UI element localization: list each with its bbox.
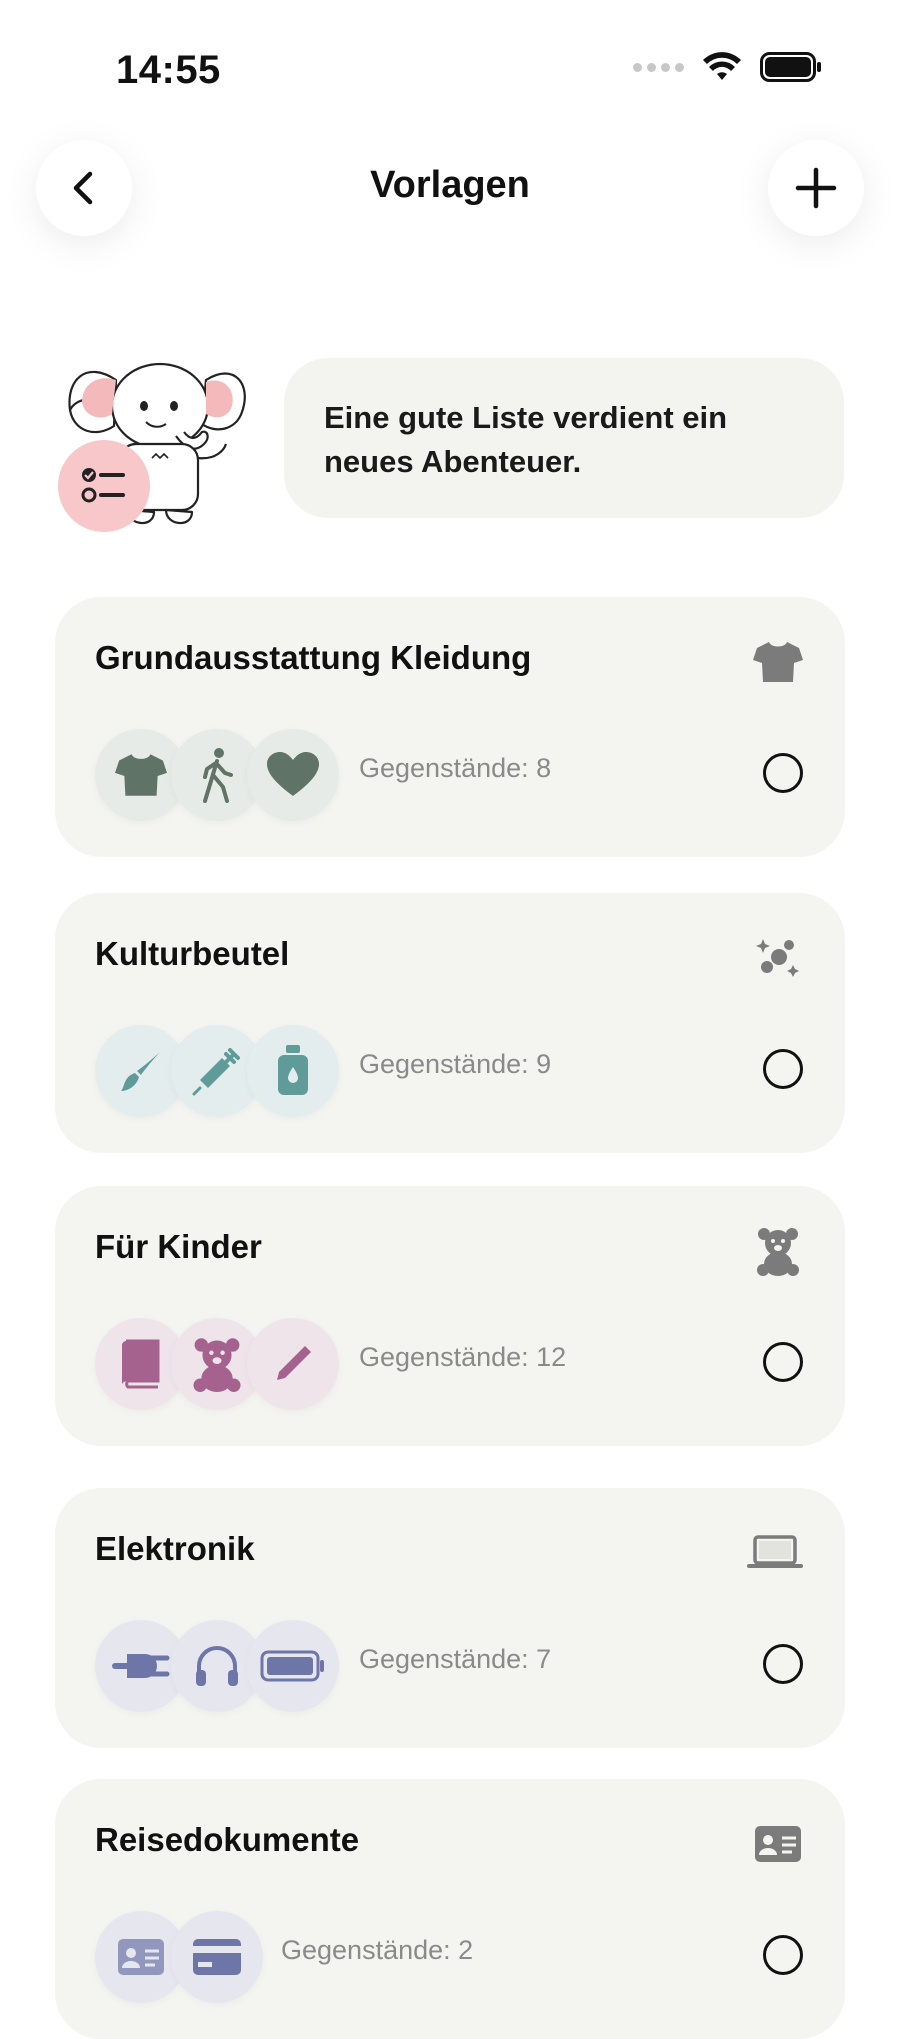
item-count: Gegenstände: 7 (359, 1644, 552, 1674)
battery-icon (247, 1620, 339, 1712)
template-card-kleidung[interactable]: Grundausstattung Kleidung Gegenstände: 8 (55, 597, 845, 857)
wifi-icon (703, 52, 741, 80)
select-radio[interactable] (763, 1935, 803, 1975)
battery-status-icon (760, 52, 821, 82)
bottle-icon (247, 1025, 339, 1117)
select-radio[interactable] (763, 1342, 803, 1382)
template-title: Für Kinder (95, 1228, 262, 1265)
laptop-icon (745, 1526, 805, 1580)
item-icons (95, 1318, 395, 1410)
sparkles-icon (751, 931, 805, 985)
select-radio[interactable] (763, 753, 803, 793)
credit-card-icon (171, 1911, 263, 2003)
template-card-elektronik[interactable]: Elektronik Gegenstände: 7 (55, 1488, 845, 1748)
checklist-icon (81, 468, 125, 503)
item-icons (95, 729, 395, 821)
heart-icon (247, 729, 339, 821)
template-title: Reisedokumente (95, 1821, 360, 1858)
select-radio[interactable] (763, 1049, 803, 1089)
template-card-kinder[interactable]: Für Kinder Gegenstände: 12 (55, 1186, 845, 1446)
add-template-button[interactable] (768, 140, 864, 236)
teddy-bear-icon (751, 1224, 805, 1278)
template-title: Kulturbeutel (95, 935, 290, 972)
template-card-reisedokumente[interactable]: Reisedokumente Gegenstände: 2 (55, 1779, 845, 2039)
pencil-icon (247, 1318, 339, 1410)
item-count: Gegenstände: 8 (359, 753, 552, 783)
status-time: 14:55 (116, 48, 221, 92)
select-radio[interactable] (763, 1644, 803, 1684)
tshirt-icon (751, 635, 805, 689)
item-count: Gegenstände: 2 (281, 1935, 474, 1965)
status-icons (633, 52, 822, 82)
template-title: Grundausstattung Kleidung (95, 639, 532, 676)
speech-bubble: Eine gute Liste verdient ein neues Abent… (284, 358, 844, 518)
item-count: Gegenstände: 9 (359, 1049, 552, 1079)
page-title: Vorlagen (370, 164, 530, 206)
item-count: Gegenstände: 12 (359, 1342, 567, 1372)
item-icons (95, 1620, 395, 1712)
template-card-kulturbeutel[interactable]: Kulturbeutel Gegenstände: 9 (55, 893, 845, 1153)
item-icons (95, 1025, 395, 1117)
template-title: Elektronik (95, 1530, 255, 1567)
id-card-icon (751, 1817, 805, 1871)
plus-icon (795, 167, 837, 209)
checklist-badge (58, 440, 150, 532)
cellular-signal-icon (633, 62, 684, 72)
